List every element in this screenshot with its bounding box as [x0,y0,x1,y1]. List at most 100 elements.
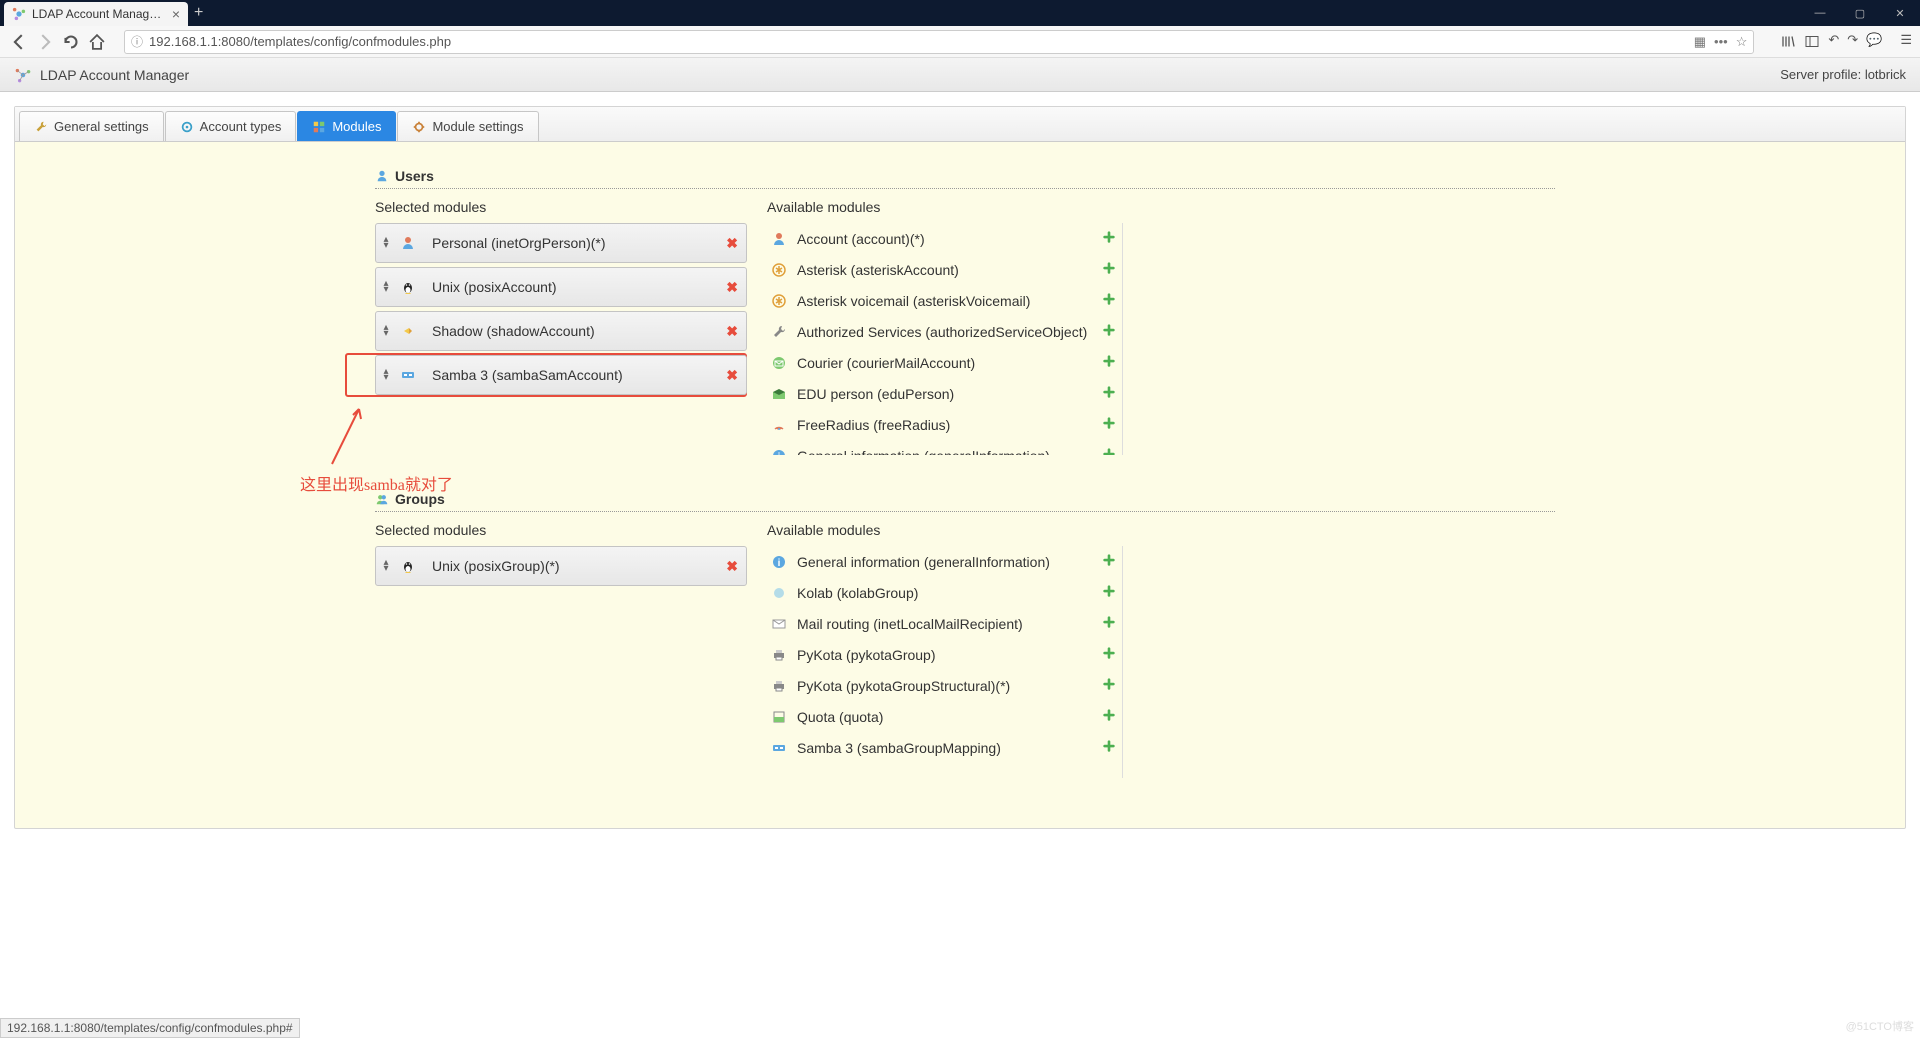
module-icon [771,740,787,756]
add-module-icon[interactable] [1102,323,1116,340]
drag-handle-icon[interactable]: ▴▾ [380,369,392,381]
new-tab-button[interactable]: + [194,4,203,22]
qr-icon[interactable]: ▦ [1694,34,1706,50]
tab-general-settings[interactable]: General settings [19,111,164,141]
tab-modules[interactable]: Modules [297,111,396,141]
bookmark-icon[interactable]: ☆ [1736,34,1748,50]
selected-module-item[interactable]: ▴▾ Shadow (shadowAccount)✖ [375,311,747,351]
undo-icon[interactable]: ↶ [1828,32,1839,51]
selected-module-item[interactable]: ▴▾ Unix (posixAccount)✖ [375,267,747,307]
available-module-item: i General information (generalInformation… [767,546,1122,577]
users-available-list[interactable]: Account (account)(*)Asterisk (asteriskAc… [767,223,1123,455]
add-module-icon[interactable] [1102,416,1116,433]
forward-button[interactable] [34,31,56,53]
module-label: Unix (posixAccount) [432,279,726,295]
selected-module-item[interactable]: ▴▾ Personal (inetOrgPerson)(*)✖ [375,223,747,263]
server-profile: Server profile: lotbrick [1780,67,1906,82]
remove-module-icon[interactable]: ✖ [726,235,738,252]
tab-account-types[interactable]: Account types [165,111,297,141]
selected-module-item[interactable]: ▴▾ Samba 3 (sambaSamAccount)✖ [375,355,747,395]
module-label: Courier (courierMailAccount) [797,355,1102,371]
selected-module-item[interactable]: ▴▾Unix (posixGroup)(*)✖ [375,546,747,586]
add-module-icon[interactable] [1102,677,1116,694]
svg-text:i: i [778,558,781,569]
drag-handle-icon[interactable]: ▴▾ [380,237,392,249]
module-label: Samba 3 (sambaSamAccount) [432,367,726,383]
module-label: Personal (inetOrgPerson)(*) [432,235,726,251]
add-module-icon[interactable] [1102,708,1116,725]
module-icon [771,262,787,278]
browser-tab[interactable]: LDAP Account Manager Con × [4,2,188,26]
add-module-icon[interactable] [1102,354,1116,371]
module-icon [400,279,416,295]
app-title: LDAP Account Manager [40,67,189,83]
sidebar-icon[interactable] [1804,32,1820,51]
drag-handle-icon[interactable]: ▴▾ [380,325,392,337]
module-icon [771,324,787,340]
module-label: General information (generalInformation) [797,448,1102,456]
available-module-item: PyKota (pykotaGroupStructural)(*) [767,670,1122,701]
add-module-icon[interactable] [1102,615,1116,632]
available-module-item: FreeRadius (freeRadius) [767,409,1122,440]
reload-button[interactable] [60,31,82,53]
settings-icon [412,120,426,134]
module-label: PyKota (pykotaGroup) [797,647,1102,663]
module-label: PyKota (pykotaGroupStructural)(*) [797,678,1102,694]
tab-close-icon[interactable]: × [172,6,180,22]
menu-icon[interactable]: ☰ [1900,32,1912,51]
module-label: Kolab (kolabGroup) [797,585,1102,601]
drag-handle-icon[interactable]: ▴▾ [380,281,392,293]
config-panel: General settings Account types Modules M… [14,106,1906,829]
more-actions-icon[interactable]: ••• [1714,34,1728,50]
selected-modules-label: Selected modules [375,199,767,215]
add-module-icon[interactable] [1102,447,1116,455]
tab-module-settings[interactable]: Module settings [397,111,538,141]
module-icon [771,647,787,663]
remove-module-icon[interactable]: ✖ [726,558,738,575]
add-module-icon[interactable] [1102,230,1116,247]
svg-text:i: i [778,452,781,456]
available-module-item: Authorized Services (authorizedServiceOb… [767,316,1122,347]
close-window-button[interactable]: ✕ [1880,7,1920,20]
remove-module-icon[interactable]: ✖ [726,367,738,384]
module-label: Authorized Services (authorizedServiceOb… [797,324,1102,340]
maximize-button[interactable]: ▢ [1840,7,1880,20]
module-label: Account (account)(*) [797,231,1102,247]
available-modules-label: Available modules [767,522,1555,538]
groups-available-list[interactable]: i General information (generalInformation… [767,546,1123,778]
module-icon: i [771,554,787,570]
module-label: General information (generalInformation) [797,554,1102,570]
info-icon[interactable]: ⓘ [131,33,143,50]
add-module-icon[interactable] [1102,739,1116,756]
redo-icon[interactable]: ↷ [1847,32,1858,51]
home-button[interactable] [86,31,108,53]
module-icon [771,293,787,309]
available-module-item: i General information (generalInformation… [767,440,1122,455]
add-module-icon[interactable] [1102,553,1116,570]
remove-module-icon[interactable]: ✖ [726,279,738,296]
add-module-icon[interactable] [1102,385,1116,402]
url-text: 192.168.1.1:8080/templates/config/confmo… [149,34,1694,49]
library-icon[interactable] [1780,32,1796,51]
groups-selected-list: ▴▾Unix (posixGroup)(*)✖ [375,546,747,778]
add-module-icon[interactable] [1102,646,1116,663]
remove-module-icon[interactable]: ✖ [726,323,738,340]
modules-icon [312,120,326,134]
drag-handle-icon[interactable]: ▴▾ [380,560,392,572]
minimize-button[interactable]: — [1800,7,1840,20]
status-bar: 192.168.1.1:8080/templates/config/confmo… [0,1018,300,1038]
add-module-icon[interactable] [1102,292,1116,309]
module-icon [400,558,416,574]
app-header: LDAP Account Manager Server profile: lot… [0,58,1920,92]
annotation-text: 这里出现samba就对了 [300,471,453,495]
module-icon [400,367,416,383]
watermark: @51CTO博客 [1846,1018,1914,1034]
url-bar[interactable]: ⓘ 192.168.1.1:8080/templates/config/conf… [124,30,1754,54]
add-module-icon[interactable] [1102,584,1116,601]
module-icon [771,616,787,632]
available-module-item: Courier (courierMailAccount) [767,347,1122,378]
module-label: Shadow (shadowAccount) [432,323,726,339]
back-button[interactable] [8,31,30,53]
add-module-icon[interactable] [1102,261,1116,278]
chat-icon[interactable]: 💬 [1866,32,1882,51]
